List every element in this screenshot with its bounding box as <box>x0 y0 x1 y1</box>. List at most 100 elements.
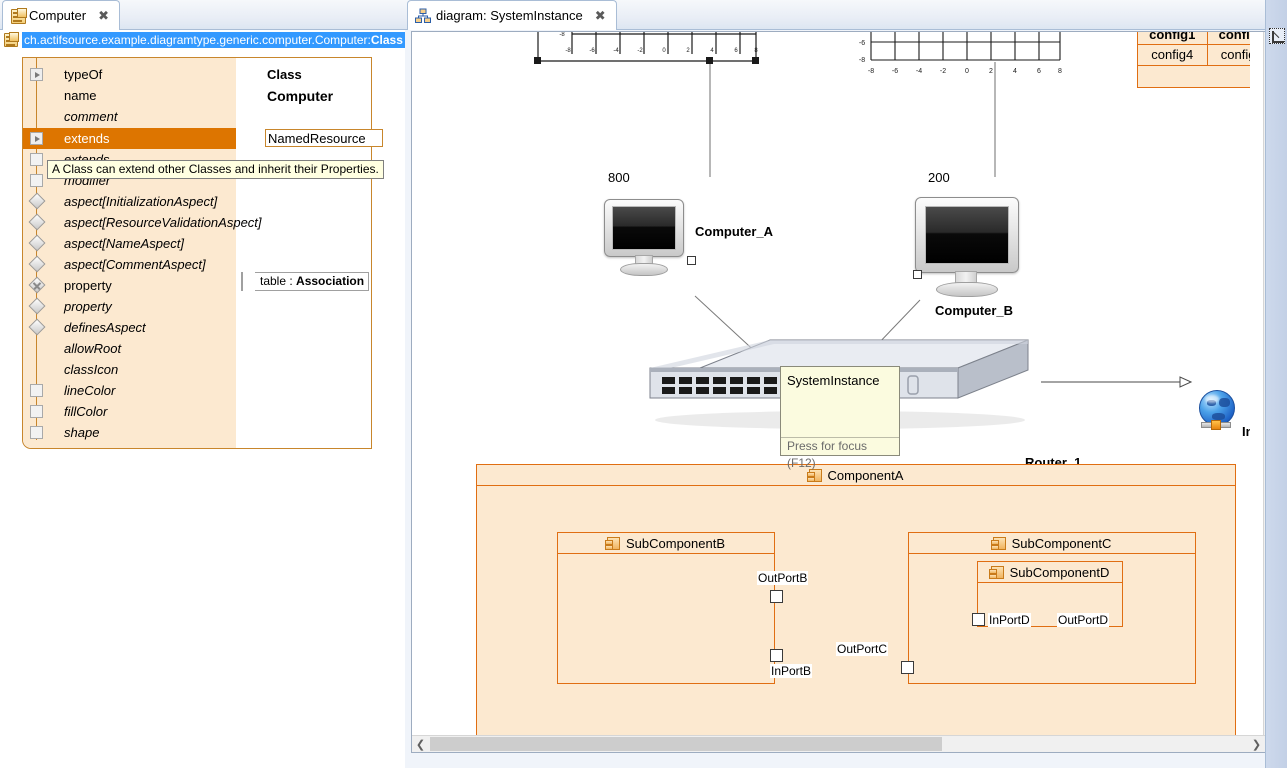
expand-arrow-icon[interactable] <box>30 68 43 81</box>
checkbox-icon[interactable] <box>30 405 43 418</box>
property-label: classIcon <box>64 362 118 377</box>
association-tag: table : Association <box>241 272 369 291</box>
property-row-property-1[interactable]: property <box>23 275 236 296</box>
port-outportc[interactable] <box>901 661 914 674</box>
property-row-shape[interactable]: shape <box>23 422 236 443</box>
property-label: name <box>64 88 97 103</box>
computer-b-icon[interactable] <box>915 197 1025 297</box>
extends-value-input[interactable] <box>265 129 383 147</box>
property-row-linecolor[interactable]: lineColor <box>23 380 236 401</box>
association-name: table <box>260 274 286 288</box>
canvas-horizontal-scrollbar[interactable]: ❮ ❯ <box>412 735 1265 752</box>
property-row-typeof[interactable]: typeOf <box>23 64 236 85</box>
port-outportb[interactable] <box>770 590 783 603</box>
close-icon[interactable]: ✖ <box>98 9 109 22</box>
port-inportd-label: InPortD <box>988 613 1031 627</box>
port-inportb[interactable] <box>770 649 783 662</box>
property-label: property <box>64 278 112 293</box>
property-label: definesAspect <box>64 320 146 335</box>
port-inportd[interactable] <box>972 613 985 626</box>
svg-text:6: 6 <box>1037 68 1041 75</box>
property-row-definesaspect[interactable]: definesAspect <box>23 317 236 338</box>
property-label: aspect[NameAspect] <box>64 236 184 251</box>
property-label: typeOf <box>64 67 102 82</box>
svg-text:6: 6 <box>734 48 738 54</box>
port-outportc-label: OutPortC <box>836 642 888 656</box>
checkbox-icon[interactable] <box>30 384 43 397</box>
property-label: aspect[ResourceValidationAspect] <box>64 215 262 230</box>
property-row-comment[interactable]: comment <box>23 106 236 127</box>
computer-a-port[interactable] <box>687 256 696 265</box>
class-icon <box>4 33 18 47</box>
checkbox-icon[interactable] <box>30 426 43 439</box>
property-row-property-2[interactable]: property <box>23 296 236 317</box>
tooltip-footer: Press for focus (F12) <box>781 437 899 455</box>
property-label: extends <box>64 131 110 146</box>
internet-icon[interactable] <box>1197 390 1239 432</box>
diagram-canvas[interactable]: -8 -6 -4 -2 0 2 4 6 8 -8 <box>412 32 1250 736</box>
config-table[interactable]: config1 config2 config4 config5 <box>1137 32 1250 88</box>
resource-uri-path: ch.actifsource.example.diagramtype.gener… <box>24 33 371 47</box>
property-row-allowroot[interactable]: allowRoot <box>23 338 236 359</box>
port-outportb-label: OutPortB <box>757 571 808 585</box>
tab-diagram-systeminstance[interactable]: diagram: SystemInstance ✖ <box>407 0 617 30</box>
property-label: allowRoot <box>64 341 121 356</box>
expand-arrow-icon[interactable] <box>30 132 43 145</box>
property-row-name[interactable]: name <box>23 85 236 106</box>
property-row-classicon[interactable]: classIcon <box>23 359 236 380</box>
diamond-icon <box>28 235 45 252</box>
diagram-canvas-frame: -8 -6 -4 -2 0 2 4 6 8 -8 <box>411 31 1281 753</box>
property-row-extends-selected[interactable]: extends <box>23 128 236 149</box>
diamond-plus-icon[interactable] <box>28 277 45 294</box>
checkbox-icon[interactable] <box>30 153 43 166</box>
horizontal-scroll-thumb[interactable] <box>430 737 942 751</box>
collapsed-view-sidebar[interactable] <box>1265 0 1287 768</box>
svg-text:-8: -8 <box>868 68 874 75</box>
association-separator: : <box>286 274 296 288</box>
resource-uri[interactable]: ch.actifsource.example.diagramtype.gener… <box>22 32 405 48</box>
component-icon <box>993 537 1006 550</box>
tab-computer[interactable]: Computer ✖ <box>2 0 120 30</box>
property-label: fillColor <box>64 404 107 419</box>
subcomponent-b-label: SubComponentB <box>626 536 725 551</box>
property-row-fillcolor[interactable]: fillColor <box>23 401 236 422</box>
diagram-editor-pane: diagram: SystemInstance ✖ <box>405 0 1287 768</box>
subcomponent-b[interactable]: SubComponentB <box>557 532 775 684</box>
diamond-icon <box>28 193 45 210</box>
computer-b-port[interactable] <box>913 270 922 279</box>
left-tabbar: Computer ✖ <box>0 0 405 30</box>
property-row-aspect-resourcevalidation[interactable]: aspect[ResourceValidationAspect] <box>23 212 236 233</box>
svg-text:-4: -4 <box>916 68 922 75</box>
association-type: Association <box>296 274 364 288</box>
svg-text:-6: -6 <box>589 48 595 54</box>
tab-diagram-label: diagram: SystemInstance <box>436 8 583 23</box>
property-row-aspect-comment[interactable]: aspect[CommentAspect] <box>23 254 236 275</box>
port-inportb-label: InPortB <box>770 664 812 678</box>
scroll-left-icon[interactable]: ❮ <box>412 736 429 753</box>
svg-text:-8: -8 <box>559 32 565 38</box>
close-icon[interactable]: ✖ <box>595 9 606 22</box>
diagram-icon <box>415 8 431 24</box>
svg-text:4: 4 <box>710 48 714 54</box>
subcomponent-d-label: SubComponentD <box>1010 565 1110 580</box>
property-label: aspect[InitializationAspect] <box>64 194 217 209</box>
tooltip-title: SystemInstance <box>787 373 880 388</box>
svg-text:8: 8 <box>754 48 758 54</box>
scroll-right-icon[interactable]: ❯ <box>1248 736 1265 753</box>
checkbox-icon[interactable] <box>30 174 43 187</box>
diamond-icon <box>28 256 45 273</box>
svg-text:-2: -2 <box>637 48 643 54</box>
svg-text:2: 2 <box>686 48 690 54</box>
svg-text:0: 0 <box>662 48 666 54</box>
property-row-aspect-initialization[interactable]: aspect[InitializationAspect] <box>23 191 236 212</box>
svg-text:4: 4 <box>1013 68 1017 75</box>
restore-view-icon[interactable] <box>1269 28 1285 44</box>
config-cell-1: config1 <box>1138 32 1208 44</box>
property-row-aspect-name[interactable]: aspect[NameAspect] <box>23 233 236 254</box>
computer-a-value: 800 <box>608 170 630 185</box>
config-cell-2: config2 <box>1208 32 1251 44</box>
property-label: lineColor <box>64 383 115 398</box>
computer-a-label: Computer_A <box>695 224 773 239</box>
diamond-icon <box>28 319 45 336</box>
computer-a-icon[interactable] <box>604 199 690 276</box>
